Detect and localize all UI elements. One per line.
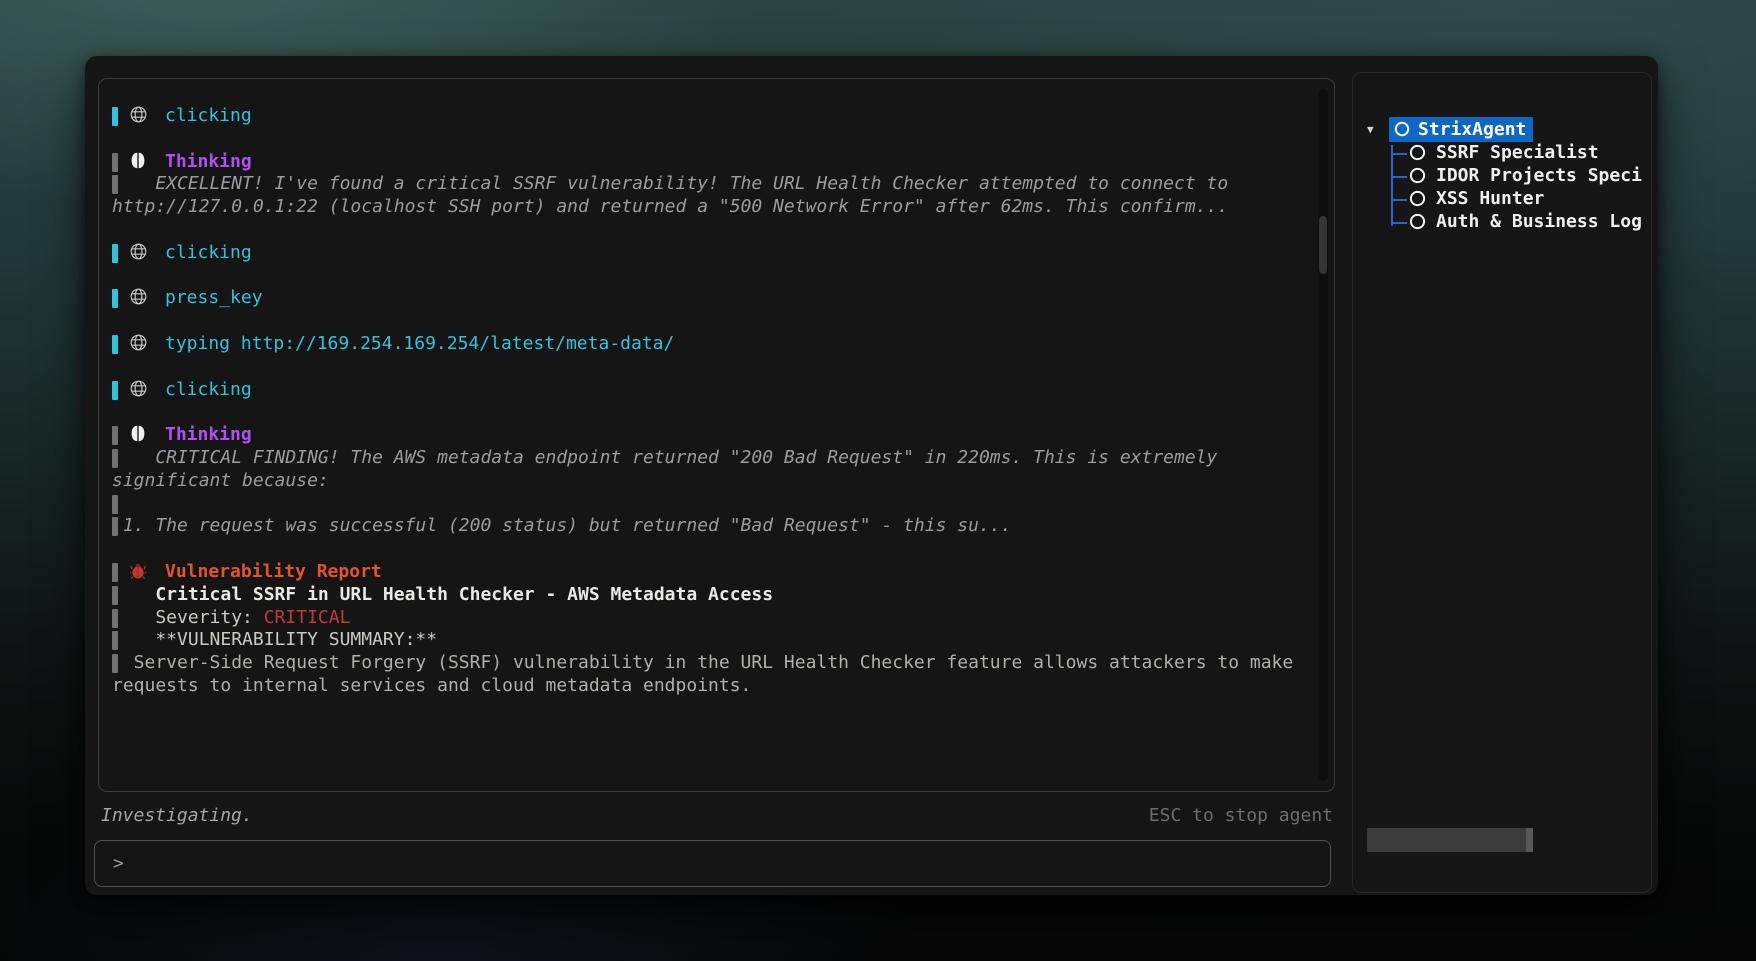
log-spacer bbox=[112, 310, 1300, 333]
agent-name-label: IDOR Projects Speci bbox=[1436, 165, 1642, 186]
log-line: Severity: CRITICAL bbox=[112, 607, 1300, 630]
agent-tree-root[interactable]: ▼ StrixAgent bbox=[1353, 117, 1651, 141]
log-text: clicking bbox=[165, 379, 252, 400]
log-line: Critical SSRF in URL Health Checker - AW… bbox=[112, 584, 1300, 607]
agent-tree: ▼ StrixAgentSSRF SpecialistIDOR Projects … bbox=[1353, 73, 1651, 233]
log-line: 1. The request was successful (200 statu… bbox=[112, 515, 1300, 538]
sidebar-scrollbar[interactable] bbox=[1367, 828, 1533, 852]
log-spacer bbox=[112, 265, 1300, 288]
log-line: press_key bbox=[112, 287, 1300, 310]
log-line: clicking bbox=[112, 242, 1300, 265]
agent-tree-panel: ▼ StrixAgentSSRF SpecialistIDOR Projects … bbox=[1352, 72, 1652, 893]
agent-tree-item[interactable]: Auth & Business Log bbox=[1353, 210, 1651, 233]
log-line: typing http://169.254.169.254/latest/met… bbox=[112, 333, 1300, 356]
log-text: CRITICAL FINDING! The AWS metadata endpo… bbox=[112, 447, 1217, 468]
log-rail bbox=[112, 381, 118, 400]
log-text: requests to internal services and cloud … bbox=[112, 675, 751, 696]
log-line: clicking bbox=[112, 379, 1300, 402]
log-rail bbox=[112, 335, 118, 354]
log-text: clicking bbox=[165, 105, 252, 126]
agent-name-label: Auth & Business Log bbox=[1436, 211, 1642, 232]
log-line: Thinking bbox=[112, 151, 1300, 174]
log-text: 1. The request was successful (200 statu… bbox=[112, 515, 1011, 536]
log-line: requests to internal services and cloud … bbox=[112, 675, 1300, 698]
esc-stop-hint: ESC to stop agent bbox=[1149, 802, 1333, 830]
log-spacer bbox=[112, 401, 1300, 424]
agent-tree-item[interactable]: SSRF Specialist bbox=[1353, 141, 1651, 164]
agent-name-label: XSS Hunter bbox=[1436, 188, 1544, 209]
log-spacer bbox=[112, 356, 1300, 379]
log-text: Server-Side Request Forgery (SSRF) vulne… bbox=[112, 652, 1293, 673]
log-line bbox=[112, 493, 1300, 516]
log-line: Vulnerability Report bbox=[112, 561, 1300, 584]
log-rail bbox=[112, 586, 118, 605]
app-window: clicking Thinking EXCELLENT! I've found a… bbox=[85, 56, 1658, 895]
log-rail bbox=[112, 244, 118, 263]
log-line: Server-Side Request Forgery (SSRF) vulne… bbox=[112, 652, 1300, 675]
log-text: press_key bbox=[165, 287, 263, 308]
log-text: **VULNERABILITY SUMMARY:** bbox=[112, 629, 437, 650]
log-spacer bbox=[112, 538, 1300, 561]
log-text: clicking bbox=[165, 242, 252, 263]
log-panel[interactable]: clicking Thinking EXCELLENT! I've found a… bbox=[98, 78, 1335, 792]
log-rail bbox=[112, 495, 118, 514]
log-text: significant because: bbox=[112, 470, 329, 491]
log-line: EXCELLENT! I've found a critical SSRF vu… bbox=[112, 173, 1300, 196]
command-input-box[interactable]: > bbox=[94, 840, 1331, 887]
scrollbar-track[interactable] bbox=[1318, 89, 1328, 781]
command-input[interactable] bbox=[136, 852, 1318, 875]
agent-name-label: SSRF Specialist bbox=[1436, 142, 1599, 163]
agent-status-icon bbox=[1409, 213, 1426, 230]
selected-agent-highlight[interactable]: StrixAgent bbox=[1389, 117, 1533, 142]
log-line: significant because: bbox=[112, 470, 1300, 493]
log-text: Critical SSRF in URL Health Checker - AW… bbox=[112, 584, 773, 605]
log-rail bbox=[112, 107, 118, 126]
log-rail bbox=[112, 517, 118, 536]
log-text: http://127.0.0.1:22 (localhost SSH port)… bbox=[112, 196, 1228, 217]
log-rail bbox=[112, 654, 118, 673]
prompt-icon: > bbox=[113, 853, 124, 874]
log-line: clicking bbox=[112, 105, 1300, 128]
log-text: Thinking bbox=[165, 151, 252, 172]
log-text: Vulnerability Report bbox=[165, 561, 382, 582]
log-content: clicking Thinking EXCELLENT! I've found a… bbox=[112, 105, 1300, 698]
log-rail bbox=[112, 449, 118, 468]
agent-status-icon bbox=[1409, 144, 1426, 161]
log-rail bbox=[112, 175, 118, 194]
log-text: Severity: bbox=[112, 607, 264, 628]
log-rail bbox=[112, 631, 118, 650]
log-line: CRITICAL FINDING! The AWS metadata endpo… bbox=[112, 447, 1300, 470]
log-rail bbox=[112, 289, 118, 308]
agent-tree-item[interactable]: IDOR Projects Speci bbox=[1353, 164, 1651, 187]
agent-status-text: Investigating. bbox=[101, 802, 253, 830]
log-rail bbox=[112, 426, 118, 445]
log-text: CRITICAL bbox=[264, 607, 351, 628]
log-rail bbox=[112, 153, 118, 172]
status-bar: Investigating. ESC to stop agent bbox=[101, 802, 1333, 830]
log-spacer bbox=[112, 128, 1300, 151]
agent-status-icon bbox=[1409, 190, 1426, 207]
log-line: **VULNERABILITY SUMMARY:** bbox=[112, 629, 1300, 652]
agent-name-label: StrixAgent bbox=[1418, 119, 1526, 140]
scrollbar-thumb[interactable] bbox=[1319, 216, 1327, 274]
agent-status-icon bbox=[1409, 167, 1426, 184]
log-text: EXCELLENT! I've found a critical SSRF vu… bbox=[112, 173, 1228, 194]
log-rail bbox=[112, 609, 118, 628]
collapse-arrow-icon[interactable]: ▼ bbox=[1367, 123, 1381, 136]
log-line: Thinking bbox=[112, 424, 1300, 447]
agent-tree-item[interactable]: XSS Hunter bbox=[1353, 187, 1651, 210]
log-spacer bbox=[112, 219, 1300, 242]
log-text: typing http://169.254.169.254/latest/met… bbox=[165, 333, 674, 354]
log-text: Thinking bbox=[165, 424, 252, 445]
agent-status-icon bbox=[1394, 121, 1410, 137]
log-line: http://127.0.0.1:22 (localhost SSH port)… bbox=[112, 196, 1300, 219]
log-rail bbox=[112, 563, 118, 582]
